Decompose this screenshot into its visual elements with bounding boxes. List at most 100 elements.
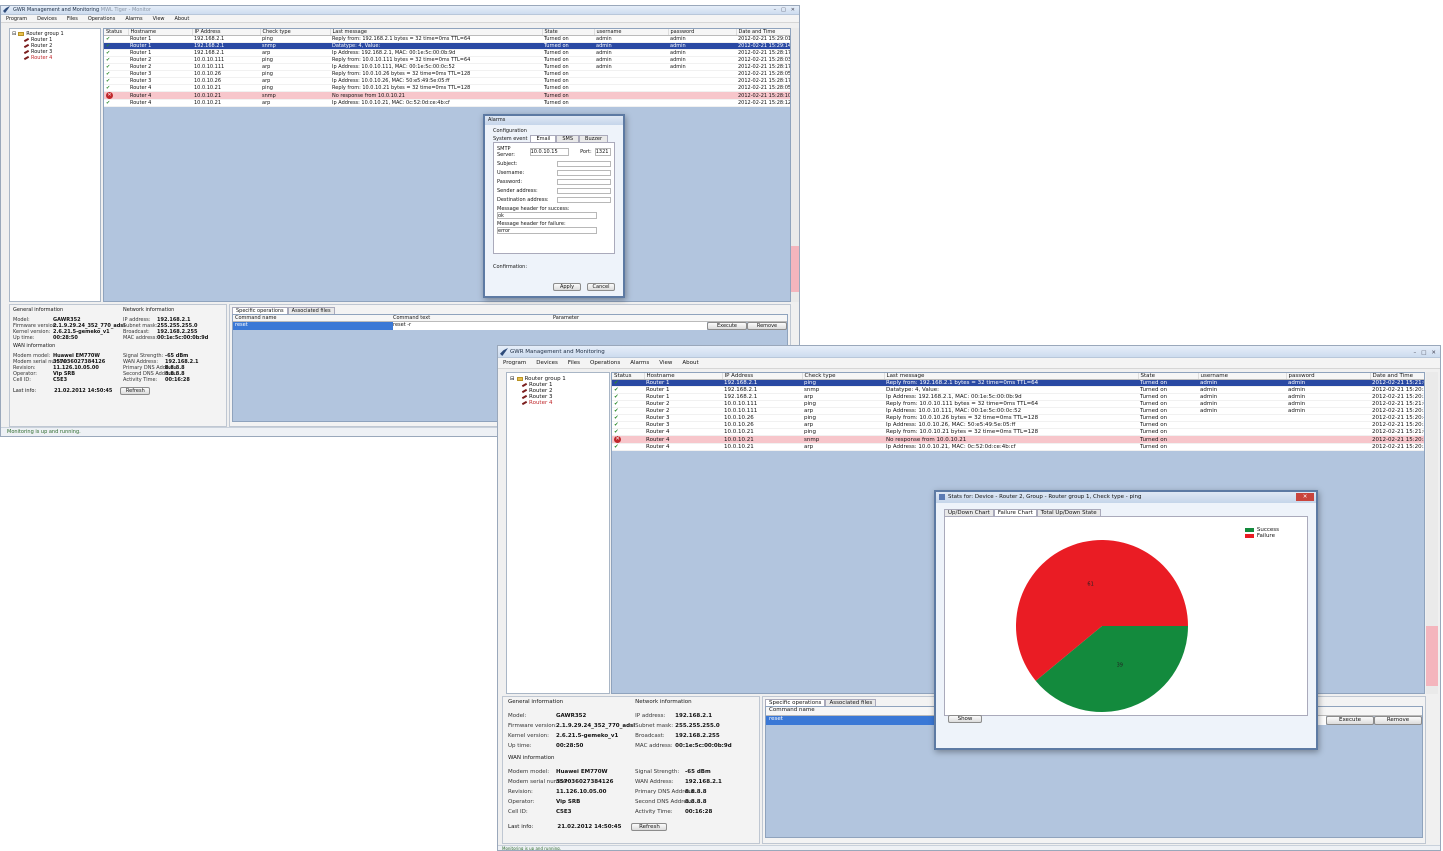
tab-associated-files[interactable]: Associated files [287, 307, 335, 314]
table-row[interactable]: ✔ Router 2 10.0.10.111 arp Ip Address: 10.0.… [612, 407, 1424, 415]
menu-about[interactable]: About [170, 15, 195, 22]
cell-pass: admin [1286, 407, 1370, 415]
msg-failure-input[interactable]: error [497, 227, 597, 234]
refresh-button[interactable]: Refresh [631, 823, 668, 831]
menu-alarms[interactable]: Alarms [120, 15, 147, 22]
show-button[interactable]: Show [948, 715, 982, 723]
status-cell: ✔ [612, 428, 644, 436]
menu-about[interactable]: About [677, 358, 703, 368]
alarm-field-input[interactable] [557, 179, 611, 185]
tab-up-down-chart[interactable]: Up/Down Chart [944, 509, 994, 516]
table-row[interactable]: ✔ Router 4 10.0.10.21 arp Ip Address: 10.0.1… [612, 443, 1424, 451]
tab-sms[interactable]: SMS [556, 135, 580, 142]
menu-files[interactable]: Files [62, 15, 83, 22]
table-row[interactable]: ✕ Router 4 10.0.10.21 snmp No response from … [104, 91, 790, 100]
port-input[interactable]: 1321 [594, 148, 611, 156]
cell-user [594, 84, 668, 92]
table-row[interactable]: ✔ Router 1 192.168.2.1 snmp Datatype: 4, Val… [612, 386, 1424, 394]
menu-files[interactable]: Files [563, 358, 585, 368]
menu-view[interactable]: View [654, 358, 677, 368]
close-icon[interactable]: ✕ [1431, 348, 1436, 358]
ops-row[interactable]: reset reset -r Execute Remove [233, 322, 787, 330]
collapse-icon[interactable]: ⊟ [510, 376, 515, 382]
tab-buzzer[interactable]: Buzzer [579, 135, 609, 142]
smtp-server-input[interactable]: 10.0.10.15 [529, 148, 570, 156]
table-row[interactable]: ✔ Router 1 192.168.2.1 arp Ip Address: 192.1… [104, 49, 790, 57]
menu-view[interactable]: View [148, 15, 170, 22]
table-row[interactable]: ✔ Router 1 192.168.2.1 snmp Datatype: 4, Val… [104, 42, 790, 50]
scroll-thumb[interactable] [1426, 626, 1438, 686]
table-row[interactable]: ✔ Router 4 10.0.10.21 arp Ip Address: 10.0.1… [104, 99, 790, 107]
cell-state: Turned on [542, 35, 594, 43]
table-row[interactable]: ✔ Router 3 10.0.10.26 ping Reply from: 10.0.… [612, 414, 1424, 422]
table-row[interactable]: ✔ Router 3 10.0.10.26 arp Ip Address: 10.0.1… [612, 421, 1424, 429]
cell-ip: 10.0.10.111 [192, 56, 260, 64]
table-row[interactable]: ✔ Router 1 192.168.2.1 arp Ip Address: 192.1… [612, 393, 1424, 401]
cell-host: Router 4 [644, 443, 722, 451]
cell-user: admin [594, 42, 668, 50]
back-scrollbar[interactable] [791, 28, 799, 302]
table-row[interactable]: ✔ Router 3 10.0.10.26 arp Ip Address: 10.0.1… [104, 77, 790, 85]
front-scrollbar[interactable] [1426, 372, 1438, 694]
table-row[interactable]: ✕ Router 4 10.0.10.21 snmp No response from … [612, 435, 1424, 444]
tree-item-router-4[interactable]: Router 4 [12, 55, 98, 61]
tree-item-label: Router 4 [529, 400, 553, 406]
table-row[interactable]: ✔ Router 2 10.0.10.111 arp Ip Address: 10.0.… [104, 63, 790, 71]
table-row[interactable]: ✔ Router 3 10.0.10.26 ping Reply from: 10.0.… [104, 70, 790, 78]
info-row: Modem model: Huawei EM770W [508, 767, 635, 777]
table-row[interactable]: ✔ Router 2 10.0.10.111 ping Reply from: 10.0… [104, 56, 790, 64]
msg-success-input[interactable]: ok [497, 212, 597, 219]
apply-button[interactable]: Apply [553, 283, 581, 291]
stats-close-icon[interactable]: ✕ [1296, 493, 1314, 501]
tab-failure-chart[interactable]: Failure Chart [993, 509, 1037, 516]
menu-operations[interactable]: Operations [585, 358, 625, 368]
menu-devices[interactable]: Devices [531, 358, 563, 368]
cancel-button[interactable]: Cancel [587, 283, 615, 291]
ops-row-name: reset [233, 322, 393, 330]
status-cell: ✔ [612, 386, 644, 394]
remove-button[interactable]: Remove [747, 322, 787, 330]
minimize-icon[interactable]: – [774, 7, 777, 13]
ops-col-parameter: Parameter [553, 315, 580, 321]
scroll-thumb[interactable] [791, 246, 799, 292]
menu-program[interactable]: Program [498, 358, 531, 368]
collapse-icon[interactable]: ⊟ [12, 31, 16, 37]
menu-devices[interactable]: Devices [32, 15, 62, 22]
table-row[interactable]: ✔ Router 4 10.0.10.21 ping Reply from: 10.0.… [104, 84, 790, 92]
tab-specific-operations[interactable]: Specific operations [765, 699, 826, 706]
cell-pass [668, 77, 736, 85]
ops-col-command-text: Command text [393, 315, 431, 321]
tab-total-up-down-state[interactable]: Total Up/Down State [1036, 509, 1101, 516]
execute-button[interactable]: Execute [1326, 716, 1374, 725]
alarm-field-input[interactable] [557, 161, 611, 167]
cell-host: Router 4 [644, 435, 722, 444]
alarm-tabs: Email SMS Buzzer [530, 135, 609, 142]
table-row[interactable]: ✔ Router 1 192.168.2.1 ping Reply from: 192.… [612, 379, 1424, 387]
minimize-icon[interactable]: – [1413, 348, 1416, 358]
maximize-icon[interactable]: □ [1421, 348, 1426, 358]
alarm-field-input[interactable] [557, 188, 611, 194]
menu-alarms[interactable]: Alarms [625, 358, 654, 368]
menu-operations[interactable]: Operations [83, 15, 121, 22]
tree-item-router-4[interactable]: Router 4 [510, 400, 606, 406]
table-row[interactable]: ✔ Router 1 192.168.2.1 ping Reply from: 192.… [104, 35, 791, 43]
refresh-button[interactable]: Refresh [120, 387, 151, 395]
tab-associated-files[interactable]: Associated files [825, 699, 877, 706]
execute-button[interactable]: Execute [707, 322, 747, 330]
table-row[interactable]: ✔ Router 2 10.0.10.111 ping Reply from: 10.0… [612, 400, 1424, 408]
close-icon[interactable]: ✕ [791, 7, 795, 13]
table-row[interactable]: ✔ Router 4 10.0.10.21 ping Reply from: 10.0.… [612, 428, 1424, 436]
menu-program[interactable]: Program [1, 15, 32, 22]
router-icon [24, 38, 29, 42]
cell-state: Turned on [542, 49, 594, 57]
alarm-field-input[interactable] [557, 170, 611, 176]
remove-button[interactable]: Remove [1374, 716, 1422, 725]
alarm-field-label: Destination address: [497, 197, 549, 203]
info-key: Model: [508, 713, 527, 719]
maximize-icon[interactable]: □ [781, 7, 786, 13]
cell-pass [668, 99, 736, 107]
tab-email[interactable]: Email [530, 135, 557, 142]
cell-date: 2012-02-21 15:29:01 [736, 35, 791, 43]
alarm-field-input[interactable] [557, 197, 611, 203]
tab-specific-operations[interactable]: Specific operations [232, 307, 288, 314]
